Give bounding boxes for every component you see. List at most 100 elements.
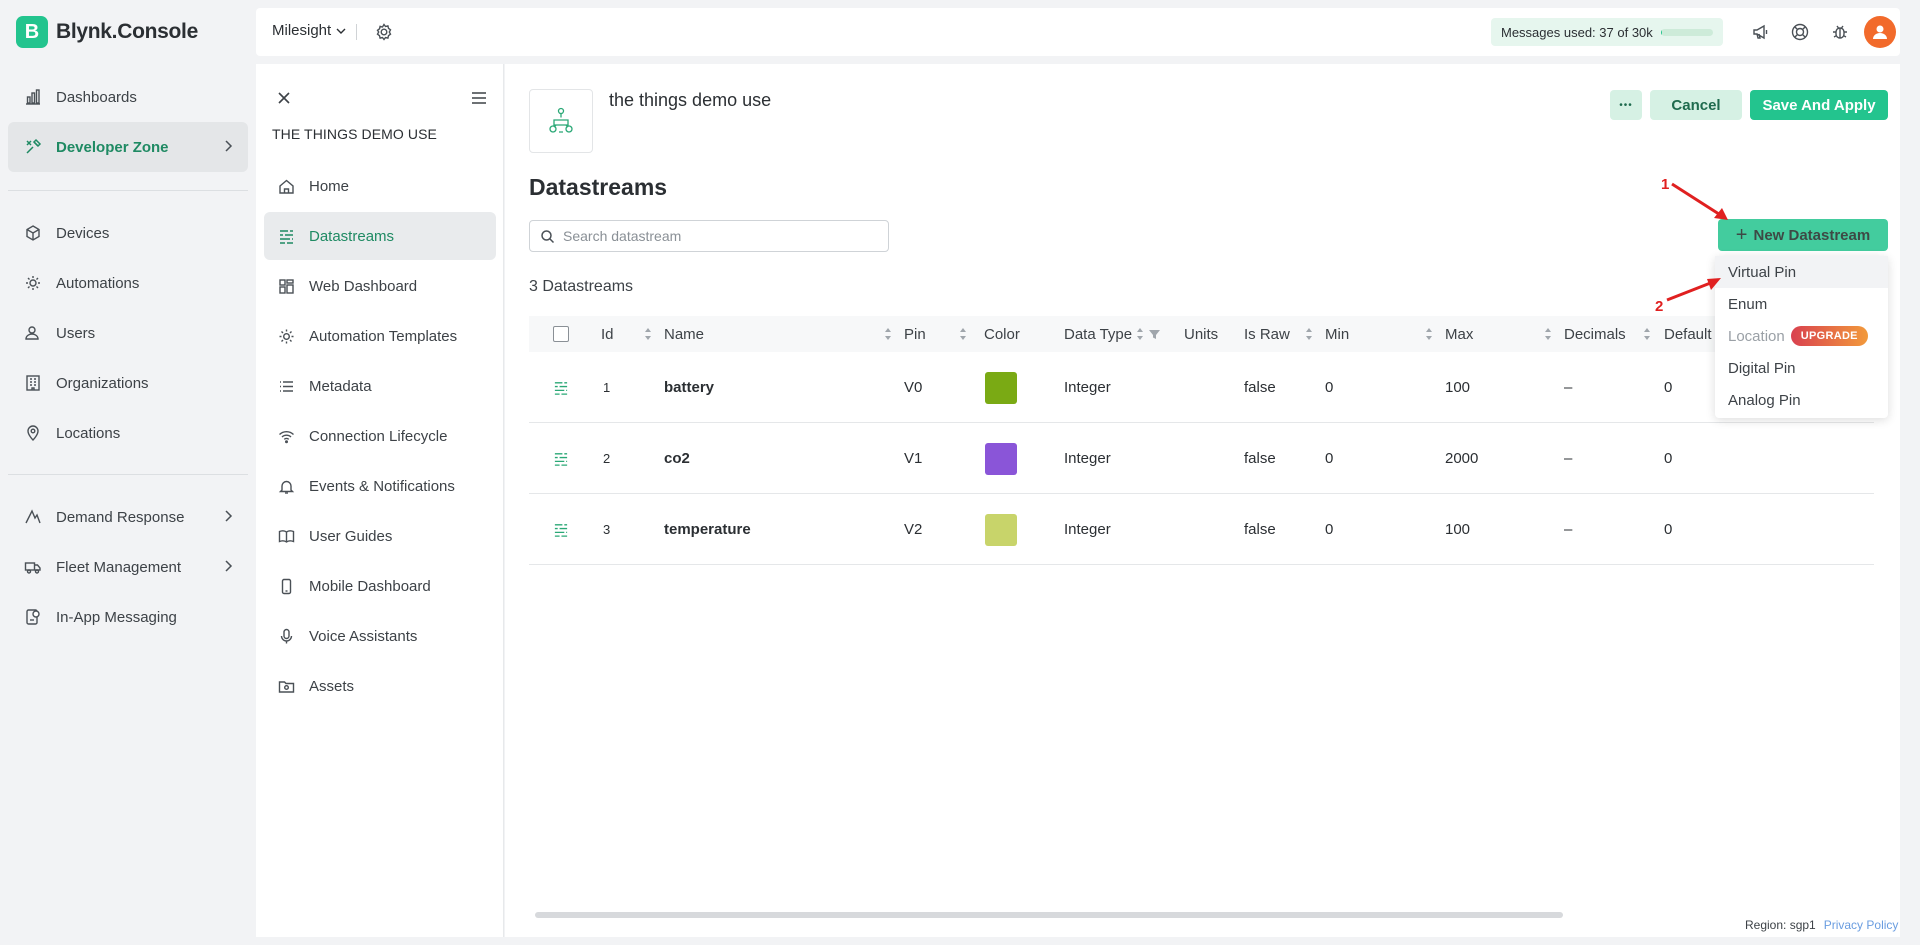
menu-item-digital-pin[interactable]: Digital Pin bbox=[1715, 352, 1888, 384]
sidebar-item-locations[interactable]: Locations bbox=[8, 408, 248, 458]
template-title: THE THINGS DEMO USE bbox=[272, 126, 437, 142]
close-icon[interactable] bbox=[276, 90, 292, 106]
filter-icon[interactable] bbox=[1149, 329, 1160, 340]
sidebar-item-fleet-management[interactable]: Fleet Management bbox=[8, 542, 248, 592]
cell-min: 0 bbox=[1325, 521, 1334, 538]
sort-icon[interactable] bbox=[884, 327, 892, 341]
more-options-button[interactable]: ••• bbox=[1610, 90, 1642, 120]
privacy-policy-link[interactable]: Privacy Policy bbox=[1824, 918, 1899, 932]
column-header-is-raw[interactable]: Is Raw bbox=[1244, 316, 1290, 352]
column-header-max[interactable]: Max bbox=[1445, 316, 1473, 352]
cancel-button[interactable]: Cancel bbox=[1650, 90, 1742, 120]
upgrade-badge[interactable]: UPGRADE bbox=[1790, 326, 1868, 346]
nav-divider bbox=[8, 190, 248, 191]
color-swatch bbox=[985, 513, 1017, 546]
sort-icon[interactable] bbox=[1305, 327, 1313, 341]
table-row[interactable]: 2 co2 V1 Integer false 0 2000 – 0 bbox=[529, 423, 1874, 494]
horizontal-scrollbar[interactable] bbox=[535, 912, 1563, 918]
template-nav-web-dashboard[interactable]: Web Dashboard bbox=[264, 262, 496, 310]
template-nav-assets[interactable]: Assets bbox=[264, 662, 496, 710]
select-all-cell bbox=[553, 316, 569, 352]
template-nav-datastreams[interactable]: Datastreams bbox=[264, 212, 496, 260]
column-header-name[interactable]: Name bbox=[664, 316, 704, 352]
column-header-pin[interactable]: Pin bbox=[904, 316, 926, 352]
cell-pin: V0 bbox=[904, 379, 923, 396]
column-header-id[interactable]: Id bbox=[601, 316, 614, 352]
sidebar-item-label: Locations bbox=[56, 424, 121, 442]
template-nav-events-notifications[interactable]: Events & Notifications bbox=[264, 462, 496, 510]
megaphone-icon[interactable] bbox=[1751, 22, 1771, 42]
sidebar-item-dashboards[interactable]: Dashboards bbox=[8, 72, 248, 122]
datastream-icon bbox=[554, 381, 568, 395]
sidebar-item-developer-zone[interactable]: Developer Zone bbox=[8, 122, 248, 172]
footer: Region: sgp1 Privacy Policy bbox=[1745, 918, 1898, 932]
sidebar-item-automations[interactable]: Automations bbox=[8, 258, 248, 308]
avatar[interactable] bbox=[1864, 16, 1896, 48]
wifi-icon bbox=[279, 430, 294, 443]
table-row[interactable]: 3 temperature V2 Integer false 0 100 – 0 bbox=[529, 494, 1874, 565]
cell-decimals: – bbox=[1564, 450, 1573, 467]
menu-item-enum[interactable]: Enum bbox=[1715, 288, 1888, 320]
sidebar-item-label: Fleet Management bbox=[56, 558, 182, 576]
template-nav-label: Datastreams bbox=[309, 227, 395, 245]
sidebar-item-users[interactable]: Users bbox=[8, 308, 248, 358]
messages-progress bbox=[1660, 28, 1713, 36]
save-and-apply-button[interactable]: Save And Apply bbox=[1750, 90, 1888, 120]
sidebar-item-label: In-App Messaging bbox=[56, 608, 177, 626]
cell-name[interactable]: temperature bbox=[664, 494, 751, 565]
template-nav-mobile-dashboard[interactable]: Mobile Dashboard bbox=[264, 562, 496, 610]
sidebar-item-label: Developer Zone bbox=[56, 138, 169, 156]
template-nav-label: User Guides bbox=[309, 527, 393, 545]
sidebar-item-devices[interactable]: Devices bbox=[8, 208, 248, 258]
sort-icon[interactable] bbox=[644, 327, 652, 341]
select-all-checkbox[interactable] bbox=[553, 326, 569, 342]
template-image[interactable] bbox=[529, 89, 593, 153]
template-nav-connection-lifecycle[interactable]: Connection Lifecycle bbox=[264, 412, 496, 460]
bug-icon[interactable] bbox=[1830, 22, 1850, 42]
sidebar-item-organizations[interactable]: Organizations bbox=[8, 358, 248, 408]
template-nav-label: Voice Assistants bbox=[309, 627, 418, 645]
sort-icon[interactable] bbox=[1136, 327, 1144, 341]
new-datastream-button[interactable]: + New Datastream bbox=[1718, 219, 1888, 251]
menu-item-analog-pin[interactable]: Analog Pin bbox=[1715, 384, 1888, 416]
gear-icon[interactable] bbox=[374, 22, 394, 42]
sort-icon[interactable] bbox=[959, 327, 967, 341]
org-selector[interactable]: Milesight bbox=[272, 22, 347, 39]
chevron-right-icon bbox=[225, 510, 233, 522]
template-nav-voice-assistants[interactable]: Voice Assistants bbox=[264, 612, 496, 660]
cell-default-value: 0 bbox=[1664, 379, 1673, 396]
cell-name[interactable]: battery bbox=[664, 352, 714, 423]
sort-icon[interactable] bbox=[1643, 327, 1651, 341]
app-logo[interactable]: B Blynk.Console bbox=[16, 16, 198, 48]
chevron-down-icon bbox=[336, 28, 346, 34]
template-nav-automation-templates[interactable]: Automation Templates bbox=[264, 312, 496, 360]
sidebar-item-in-app-messaging[interactable]: In-App Messaging bbox=[8, 592, 248, 642]
template-nav-user-guides[interactable]: User Guides bbox=[264, 512, 496, 560]
divider bbox=[356, 24, 357, 40]
mic-icon bbox=[280, 628, 293, 643]
messages-label: Messages used: bbox=[1501, 24, 1596, 40]
menu-item-virtual-pin[interactable]: Virtual Pin bbox=[1715, 256, 1888, 288]
cell-name[interactable]: co2 bbox=[664, 423, 690, 494]
plus-icon: + bbox=[1735, 224, 1748, 246]
template-nav-metadata[interactable]: Metadata bbox=[264, 362, 496, 410]
search-input[interactable] bbox=[563, 228, 863, 244]
table-row[interactable]: 1 battery V0 Integer false 0 100 – 0 bbox=[529, 352, 1874, 423]
cell-decimals: – bbox=[1564, 521, 1573, 538]
column-header-data-type[interactable]: Data Type bbox=[1064, 316, 1132, 352]
template-nav-home[interactable]: Home bbox=[264, 162, 496, 210]
message-icon bbox=[26, 609, 40, 625]
sort-icon[interactable] bbox=[1425, 327, 1433, 341]
sidebar-item-demand-response[interactable]: Demand Response bbox=[8, 492, 248, 542]
automation-icon bbox=[279, 329, 294, 343]
sort-icon[interactable] bbox=[1544, 327, 1552, 341]
column-header-decimals[interactable]: Decimals bbox=[1564, 316, 1626, 352]
template-nav-label: Automation Templates bbox=[309, 327, 458, 345]
datastream-icon bbox=[554, 452, 568, 466]
table-header: Id Name Pin Color Data Type Units Is Raw… bbox=[529, 316, 1874, 352]
hamburger-menu-icon[interactable] bbox=[470, 90, 488, 106]
template-nav-label: Mobile Dashboard bbox=[309, 577, 431, 595]
help-lifebuoy-icon[interactable] bbox=[1790, 22, 1810, 42]
new-datastream-menu: Virtual Pin Enum Location UPGRADE Digita… bbox=[1715, 256, 1888, 418]
column-header-min[interactable]: Min bbox=[1325, 316, 1349, 352]
